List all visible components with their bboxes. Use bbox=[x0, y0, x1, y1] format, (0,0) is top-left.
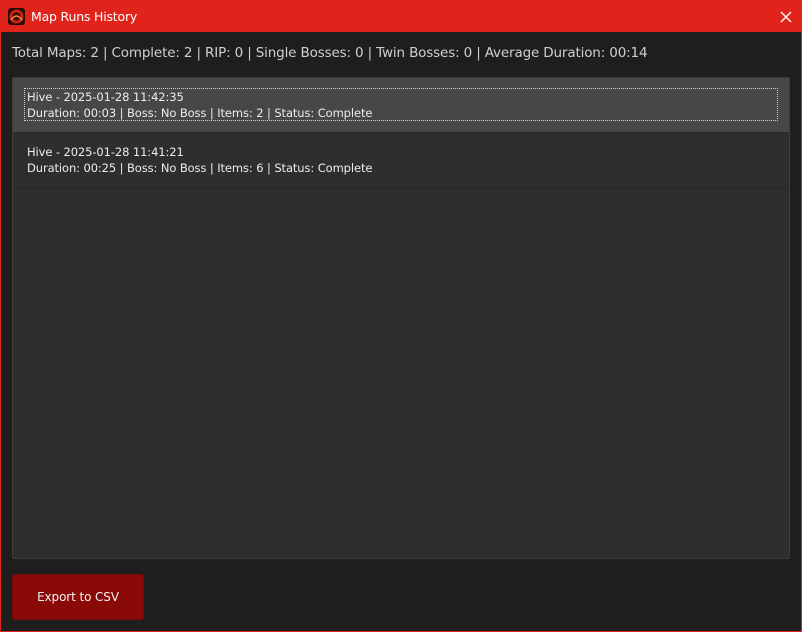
close-button[interactable] bbox=[771, 1, 801, 32]
run-title: Hive - 2025-01-28 11:42:35 bbox=[27, 90, 184, 104]
export-csv-button[interactable]: Export to CSV bbox=[12, 574, 144, 620]
run-title: Hive - 2025-01-28 11:41:21 bbox=[27, 145, 184, 159]
run-details: Duration: 00:03 | Boss: No Boss | Items:… bbox=[27, 106, 373, 120]
map-runs-history-window: Map Runs History Total Maps: 2 | Complet… bbox=[0, 0, 802, 632]
summary-stats: Total Maps: 2 | Complete: 2 | RIP: 0 | S… bbox=[12, 45, 648, 61]
app-logo-icon bbox=[8, 8, 25, 25]
runs-list[interactable]: Hive - 2025-01-28 11:42:35 Duration: 00:… bbox=[12, 77, 790, 559]
window-title: Map Runs History bbox=[31, 9, 138, 24]
run-list-item[interactable]: Hive - 2025-01-28 11:41:21 Duration: 00:… bbox=[13, 133, 789, 188]
run-list-item[interactable]: Hive - 2025-01-28 11:42:35 Duration: 00:… bbox=[13, 78, 789, 133]
run-details: Duration: 00:25 | Boss: No Boss | Items:… bbox=[27, 161, 373, 175]
close-icon bbox=[780, 11, 792, 22]
title-bar[interactable]: Map Runs History bbox=[1, 1, 801, 32]
